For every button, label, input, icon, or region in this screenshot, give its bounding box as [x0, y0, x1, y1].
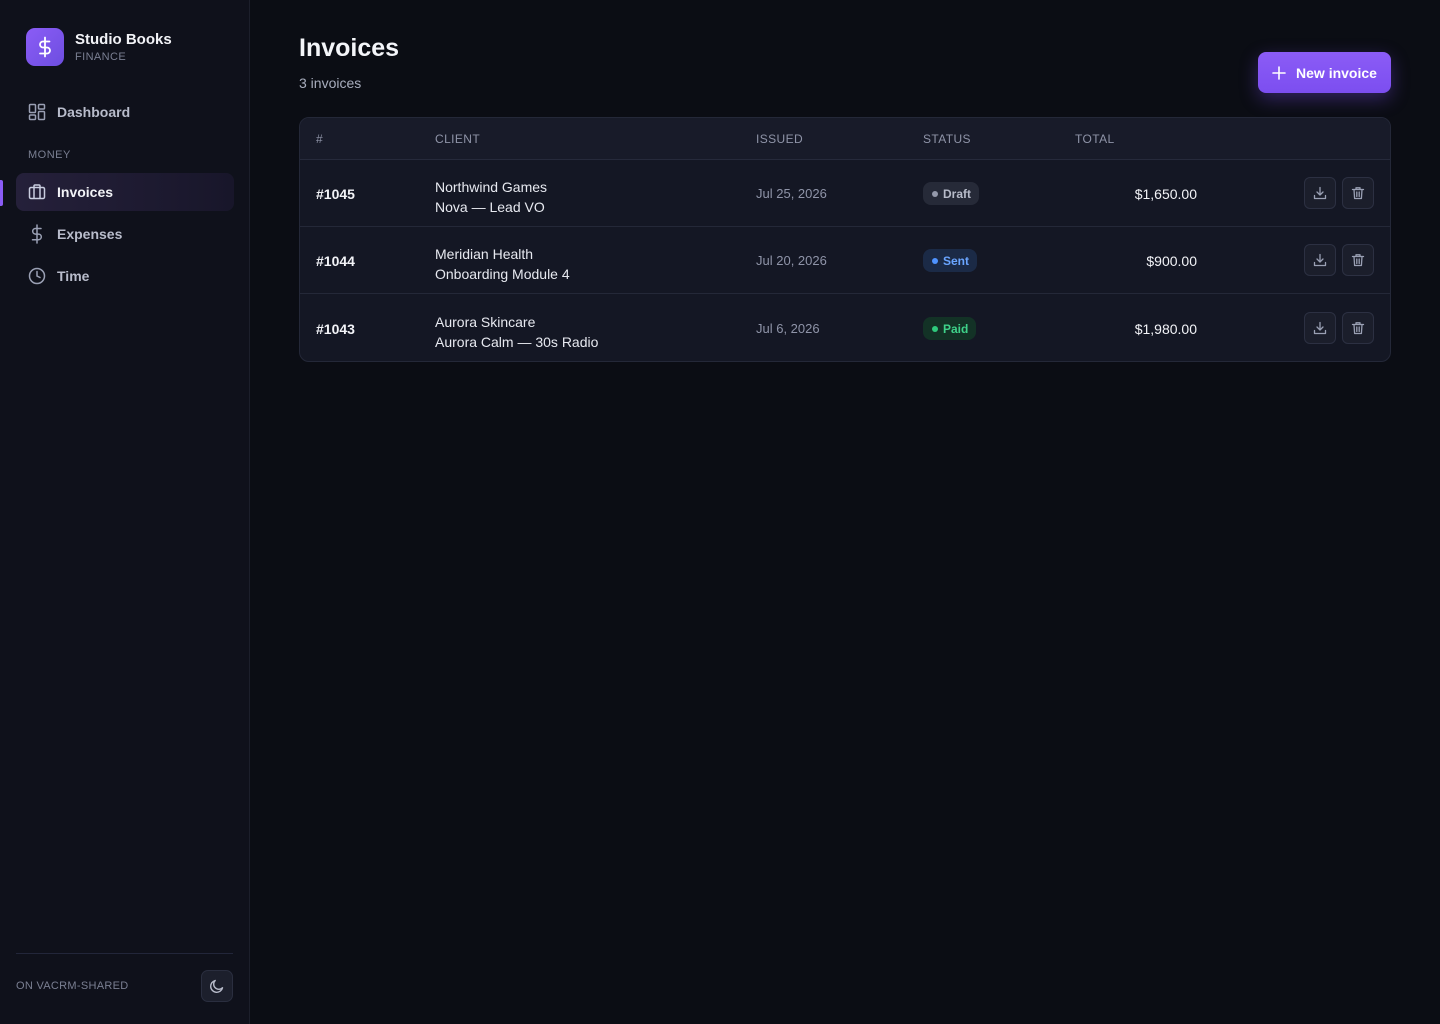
status-label: Sent: [943, 253, 970, 268]
sidebar-item-invoices[interactable]: Invoices: [16, 173, 234, 211]
table-row[interactable]: #1045 Northwind Games Nova — Lead VO Jul…: [300, 160, 1390, 227]
invoice-number: #1043: [316, 321, 355, 337]
delete-button[interactable]: [1342, 244, 1374, 276]
status-dot: [932, 257, 938, 264]
section-label: MONEY: [28, 149, 71, 161]
status-label: Draft: [943, 186, 972, 201]
briefcase-icon: [27, 182, 47, 202]
plus-icon: [1272, 65, 1286, 80]
invoice-total: $1,650.00: [1134, 186, 1197, 202]
sidebar-item-label: Expenses: [57, 226, 123, 242]
download-button[interactable]: [1304, 177, 1336, 209]
sidebar-item-label: Time: [57, 268, 90, 284]
invoice-total: $1,980.00: [1134, 321, 1197, 337]
sidebar-item-label: Invoices: [57, 184, 114, 200]
issued-date: Jul 25, 2026: [756, 186, 827, 201]
project-name: Nova — Lead VO: [435, 199, 545, 215]
client-name: Meridian Health: [435, 246, 534, 262]
table-header: # CLIENT ISSUED STATUS TOTAL: [300, 118, 1390, 160]
column-header-client[interactable]: CLIENT: [435, 132, 480, 146]
column-header-number[interactable]: #: [316, 132, 323, 146]
invoice-number: #1045: [316, 186, 355, 202]
new-invoice-button[interactable]: New invoice: [1258, 52, 1391, 93]
client-cell: Northwind Games Nova — Lead VO: [435, 177, 547, 217]
dollar-icon: [26, 28, 64, 66]
sidebar-item-time[interactable]: Time: [16, 257, 234, 295]
status-dot: [932, 190, 938, 197]
download-icon: [1313, 321, 1327, 335]
workspace-label: ON VACRM-SHARED: [16, 980, 129, 992]
divider: [16, 953, 233, 954]
project-name: Aurora Calm — 30s Radio: [435, 334, 599, 350]
clock-icon: [27, 266, 47, 286]
table-row[interactable]: #1043 Aurora Skincare Aurora Calm — 30s …: [300, 295, 1390, 361]
download-button[interactable]: [1304, 312, 1336, 344]
download-button[interactable]: [1304, 244, 1336, 276]
column-header-status[interactable]: STATUS: [923, 132, 971, 146]
download-icon: [1313, 186, 1327, 200]
dollar-icon: [27, 224, 47, 244]
trash-icon: [1351, 186, 1365, 200]
active-indicator: [0, 180, 3, 206]
grid-icon: [27, 102, 47, 122]
issued-date: Jul 6, 2026: [756, 321, 820, 336]
new-invoice-label: New invoice: [1296, 64, 1377, 81]
delete-button[interactable]: [1342, 312, 1374, 344]
column-header-total[interactable]: TOTAL: [1075, 132, 1115, 146]
trash-icon: [1351, 321, 1365, 335]
sidebar: Studio Books FINANCE Dashboard MONEY Inv…: [0, 0, 250, 1024]
delete-button[interactable]: [1342, 177, 1374, 209]
invoices-table: # CLIENT ISSUED STATUS TOTAL #1045 North…: [299, 117, 1391, 362]
sidebar-item-label: Dashboard: [57, 104, 131, 120]
trash-icon: [1351, 253, 1365, 267]
status-badge: Draft: [923, 182, 980, 205]
issued-date: Jul 20, 2026: [756, 253, 827, 268]
invoice-total: $900.00: [1146, 253, 1197, 269]
client-name: Northwind Games: [435, 179, 548, 195]
invoice-number: #1044: [316, 253, 355, 269]
status-badge: Paid: [923, 317, 977, 340]
brand-subtitle: FINANCE: [75, 50, 127, 63]
sidebar-item-expenses[interactable]: Expenses: [16, 215, 234, 253]
sidebar-item-dashboard[interactable]: Dashboard: [16, 93, 234, 131]
moon-icon: [209, 978, 225, 994]
status-label: Paid: [943, 321, 969, 336]
invoice-count: 3 invoices: [299, 75, 362, 91]
brand-name: Studio Books: [75, 30, 172, 48]
status-badge: Sent: [923, 249, 978, 272]
download-icon: [1313, 253, 1327, 267]
project-name: Onboarding Module 4: [435, 266, 570, 282]
client-cell: Meridian Health Onboarding Module 4: [435, 244, 570, 284]
client-cell: Aurora Skincare Aurora Calm — 30s Radio: [435, 312, 598, 352]
table-row[interactable]: #1044 Meridian Health Onboarding Module …: [300, 227, 1390, 294]
client-name: Aurora Skincare: [435, 314, 536, 330]
brand[interactable]: Studio Books FINANCE: [26, 28, 172, 66]
theme-toggle-button[interactable]: [201, 970, 233, 1002]
page-title: Invoices: [299, 34, 400, 62]
status-dot: [932, 325, 938, 332]
column-header-issued[interactable]: ISSUED: [756, 132, 803, 146]
